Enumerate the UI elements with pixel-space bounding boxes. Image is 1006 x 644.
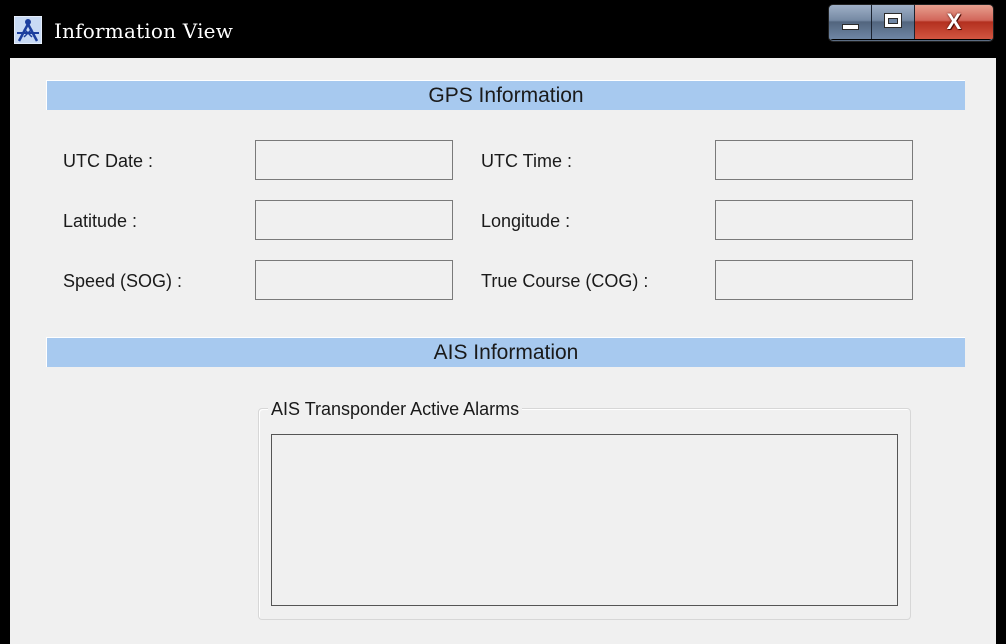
title-bar[interactable]: Information View X bbox=[0, 0, 1006, 58]
utc-date-field[interactable] bbox=[255, 140, 453, 180]
ais-alarms-list[interactable] bbox=[271, 434, 898, 606]
window-title: Information View bbox=[54, 19, 234, 43]
minimize-icon bbox=[842, 24, 859, 30]
ais-alarms-group-label: AIS Transponder Active Alarms bbox=[268, 398, 523, 420]
true-course-cog-field[interactable] bbox=[715, 260, 913, 300]
gps-section-header: GPS Information bbox=[46, 80, 965, 110]
close-icon: X bbox=[946, 9, 962, 34]
longitude-label: Longitude : bbox=[481, 211, 571, 231]
utc-date-label: UTC Date : bbox=[63, 151, 154, 171]
client-area: GPS Information UTC Date : UTC Time : La… bbox=[10, 58, 996, 644]
speed-sog-label: Speed (SOG) : bbox=[63, 271, 183, 291]
latitude-label: Latitude : bbox=[63, 211, 138, 231]
caption-buttons: X bbox=[828, 4, 994, 42]
latitude-field[interactable] bbox=[255, 200, 453, 240]
true-course-cog-label: True Course (COG) : bbox=[481, 271, 649, 291]
speed-sog-field[interactable] bbox=[255, 260, 453, 300]
minimize-button[interactable] bbox=[829, 5, 872, 39]
longitude-field[interactable] bbox=[715, 200, 913, 240]
maximize-button[interactable] bbox=[872, 5, 915, 39]
close-button[interactable]: X bbox=[915, 5, 993, 39]
maximize-icon bbox=[884, 13, 902, 28]
ais-section-header: AIS Information bbox=[46, 337, 965, 367]
compass-app-icon[interactable] bbox=[14, 16, 42, 44]
information-view-window: Information View X GPS Information UTC D… bbox=[0, 0, 1006, 644]
utc-time-field[interactable] bbox=[715, 140, 913, 180]
utc-time-label: UTC Time : bbox=[481, 151, 573, 171]
